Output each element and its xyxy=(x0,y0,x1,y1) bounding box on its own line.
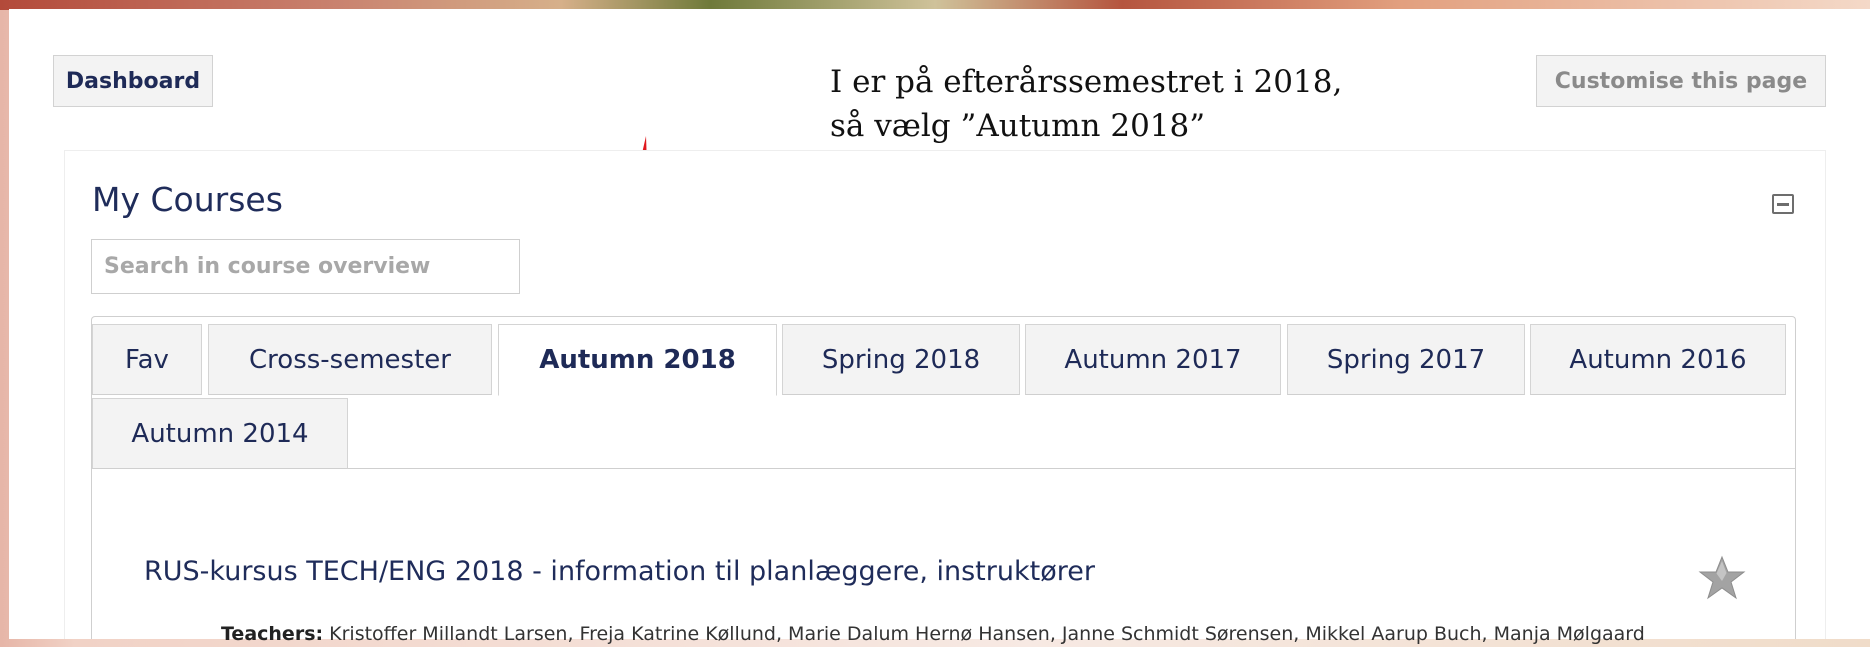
tab-spring-2017[interactable]: Spring 2017 xyxy=(1287,324,1525,395)
annotation-line-2: så vælg ”Autumn 2018” xyxy=(830,108,1206,144)
course-title-link[interactable]: RUS-kursus TECH/ENG 2018 - information t… xyxy=(144,556,1095,587)
minus-square-icon[interactable] xyxy=(1772,194,1794,214)
tab-spring-2018[interactable]: Spring 2018 xyxy=(782,324,1020,395)
tab-cross-semester[interactable]: Cross-semester xyxy=(208,324,492,395)
star-icon[interactable] xyxy=(1698,555,1746,601)
tab-autumn-2016[interactable]: Autumn 2016 xyxy=(1530,324,1786,395)
dashboard-button[interactable]: Dashboard xyxy=(53,55,213,107)
course-teachers: Teachers: Kristoffer Millandt Larsen, Fr… xyxy=(221,623,1741,647)
tab-autumn-2018[interactable]: Autumn 2018 xyxy=(498,324,777,396)
customise-page-button[interactable]: Customise this page xyxy=(1536,55,1826,107)
search-input[interactable] xyxy=(91,239,520,294)
teachers-value: Kristoffer Millandt Larsen, Freja Katrin… xyxy=(329,623,1645,645)
tab-autumn-2017[interactable]: Autumn 2017 xyxy=(1025,324,1281,395)
block-title: My Courses xyxy=(92,180,283,219)
tab-fav[interactable]: Fav xyxy=(92,324,202,395)
tab-autumn-2014[interactable]: Autumn 2014 xyxy=(92,398,348,469)
teachers-label: Teachers: xyxy=(221,623,324,645)
annotation-callout: I er på efterårssemestret i 2018, så væl… xyxy=(830,60,1342,148)
annotation-line-1: I er på efterårssemestret i 2018, xyxy=(830,64,1343,100)
